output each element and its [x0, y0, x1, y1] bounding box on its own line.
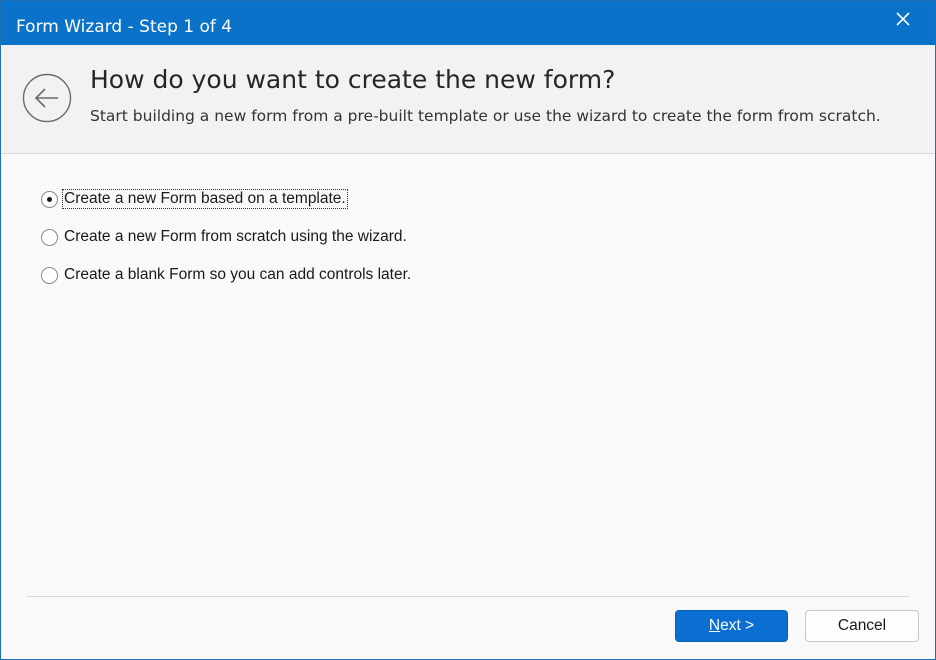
title-bar: Form Wizard - Step 1 of 4	[1, 1, 935, 45]
next-button-accelerator: N	[708, 617, 721, 634]
form-wizard-window: Form Wizard - Step 1 of 4 How do you wan…	[0, 0, 936, 660]
radio-template[interactable]	[41, 191, 58, 208]
option-wizard-label: Create a new Form from scratch using the…	[64, 228, 407, 245]
option-template-label: Create a new Form based on a template.	[62, 189, 348, 209]
next-button[interactable]: Next >	[675, 610, 788, 642]
cancel-button-label: Cancel	[837, 617, 887, 634]
option-blank-label: Create a blank Form so you can add contr…	[64, 266, 412, 283]
page-subheading: Start building a new form from a pre-bui…	[90, 107, 881, 125]
back-arrow-icon[interactable]	[22, 73, 72, 123]
close-icon[interactable]	[889, 7, 917, 35]
window-title: Form Wizard - Step 1 of 4	[16, 17, 233, 37]
page-heading: How do you want to create the new form?	[90, 65, 616, 94]
radio-wizard[interactable]	[41, 229, 58, 246]
wizard-header: How do you want to create the new form? …	[1, 45, 935, 154]
cancel-button[interactable]: Cancel	[805, 610, 919, 642]
radio-blank[interactable]	[41, 267, 58, 284]
footer-divider	[27, 596, 909, 597]
next-button-label: ext >	[720, 617, 755, 634]
